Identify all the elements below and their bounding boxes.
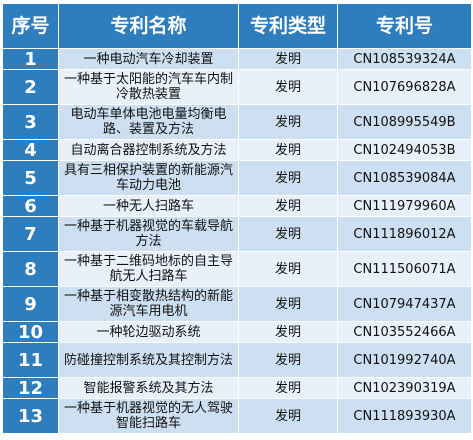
patent-name: 电动车单体电池电量均衡电路、装置及方法 bbox=[58, 104, 239, 140]
table-header-row: 序号 专利名称 专利类型 专利号 bbox=[2, 3, 472, 49]
row-index: 11 bbox=[2, 342, 59, 378]
patent-number: CN111506071A bbox=[337, 251, 472, 287]
header-name: 专利名称 bbox=[58, 3, 239, 49]
patent-type: 发明 bbox=[238, 377, 338, 399]
table-row: 7 一种基于机器视觉的车载导航方法 发明 CN111896012A bbox=[2, 216, 472, 252]
table-row: 11 防碰撞控制系统及其控制方法 发明 CN101992740A bbox=[2, 342, 472, 378]
patent-name: 具有三相保护装置的新能源汽车动力电池 bbox=[58, 160, 239, 196]
patent-number: CN111896012A bbox=[337, 216, 472, 252]
patent-number: CN102494053B bbox=[337, 139, 472, 161]
row-index: 8 bbox=[2, 251, 59, 287]
row-index: 9 bbox=[2, 286, 59, 322]
patent-number: CN111893930A bbox=[337, 398, 472, 434]
patent-name: 一种无人扫路车 bbox=[58, 195, 239, 217]
patent-number: CN107947437A bbox=[337, 286, 472, 322]
row-index: 3 bbox=[2, 104, 59, 140]
patent-type: 发明 bbox=[238, 216, 338, 252]
patent-type: 发明 bbox=[238, 251, 338, 287]
header-type: 专利类型 bbox=[238, 3, 338, 49]
patent-type: 发明 bbox=[238, 342, 338, 378]
patent-name: 一种基于相变散热结构的新能源汽车用电机 bbox=[58, 286, 239, 322]
patent-name: 一种基于二维码地标的自主导航无人扫路车 bbox=[58, 251, 239, 287]
table-row: 10 一种轮边驱动系统 发明 CN103552466A bbox=[2, 321, 472, 343]
patent-number: CN101992740A bbox=[337, 342, 472, 378]
row-index: 4 bbox=[2, 139, 59, 161]
row-index: 2 bbox=[2, 69, 59, 105]
table-body: 1 一种电动汽车冷却装置 发明 CN108539324A 2 一种基于太阳能的汽车车内制冷… bbox=[2, 48, 472, 434]
row-index: 6 bbox=[2, 195, 59, 217]
patent-type: 发明 bbox=[238, 398, 338, 434]
patent-type: 发明 bbox=[238, 104, 338, 140]
patent-type: 发明 bbox=[238, 139, 338, 161]
patent-name: 一种电动汽车冷却装置 bbox=[58, 48, 239, 70]
patent-name: 一种基于太阳能的汽车车内制冷散热装置 bbox=[58, 69, 239, 105]
patent-name: 一种轮边驱动系统 bbox=[58, 321, 239, 343]
table-row: 5 具有三相保护装置的新能源汽车动力电池 发明 CN108539084A bbox=[2, 160, 472, 196]
table-row: 6 一种无人扫路车 发明 CN111979960A bbox=[2, 195, 472, 217]
patent-name: 一种基于机器视觉的车载导航方法 bbox=[58, 216, 239, 252]
patent-number: CN108995549B bbox=[337, 104, 472, 140]
patent-number: CN102390319A bbox=[337, 377, 472, 399]
table-row: 2 一种基于太阳能的汽车车内制冷散热装置 发明 CN107696828A bbox=[2, 69, 472, 105]
table-row: 3 电动车单体电池电量均衡电路、装置及方法 发明 CN108995549B bbox=[2, 104, 472, 140]
table-row: 13 一种基于机器视觉的无人驾驶智能扫路车 发明 CN111893930A bbox=[2, 398, 472, 434]
header-number: 专利号 bbox=[337, 3, 472, 49]
row-index: 5 bbox=[2, 160, 59, 196]
row-index: 10 bbox=[2, 321, 59, 343]
patent-name: 智能报警系统及其方法 bbox=[58, 377, 239, 399]
patent-name: 防碰撞控制系统及其控制方法 bbox=[58, 342, 239, 378]
patent-type: 发明 bbox=[238, 286, 338, 322]
patent-name: 一种基于机器视觉的无人驾驶智能扫路车 bbox=[58, 398, 239, 434]
patent-type: 发明 bbox=[238, 160, 338, 196]
patent-number: CN108539324A bbox=[337, 48, 472, 70]
row-index: 1 bbox=[2, 48, 59, 70]
patent-type: 发明 bbox=[238, 321, 338, 343]
table-row: 1 一种电动汽车冷却装置 发明 CN108539324A bbox=[2, 48, 472, 70]
table-row: 12 智能报警系统及其方法 发明 CN102390319A bbox=[2, 377, 472, 399]
table-row: 9 一种基于相变散热结构的新能源汽车用电机 发明 CN107947437A bbox=[2, 286, 472, 322]
patent-table: 序号 专利名称 专利类型 专利号 1 一种电动汽车冷却装置 发明 CN10853932… bbox=[2, 3, 472, 434]
patent-type: 发明 bbox=[238, 69, 338, 105]
table-row: 8 一种基于二维码地标的自主导航无人扫路车 发明 CN111506071A bbox=[2, 251, 472, 287]
patent-name: 自动离合器控制系统及方法 bbox=[58, 139, 239, 161]
patent-number: CN103552466A bbox=[337, 321, 472, 343]
patent-table-container: 序号 专利名称 专利类型 专利号 1 一种电动汽车冷却装置 发明 CN10853932… bbox=[0, 0, 473, 440]
patent-type: 发明 bbox=[238, 48, 338, 70]
row-index: 13 bbox=[2, 398, 59, 434]
row-index: 7 bbox=[2, 216, 59, 252]
patent-number: CN108539084A bbox=[337, 160, 472, 196]
patent-number: CN111979960A bbox=[337, 195, 472, 217]
table-row: 4 自动离合器控制系统及方法 发明 CN102494053B bbox=[2, 139, 472, 161]
patent-number: CN107696828A bbox=[337, 69, 472, 105]
row-index: 12 bbox=[2, 377, 59, 399]
patent-type: 发明 bbox=[238, 195, 338, 217]
header-index: 序号 bbox=[2, 3, 59, 49]
